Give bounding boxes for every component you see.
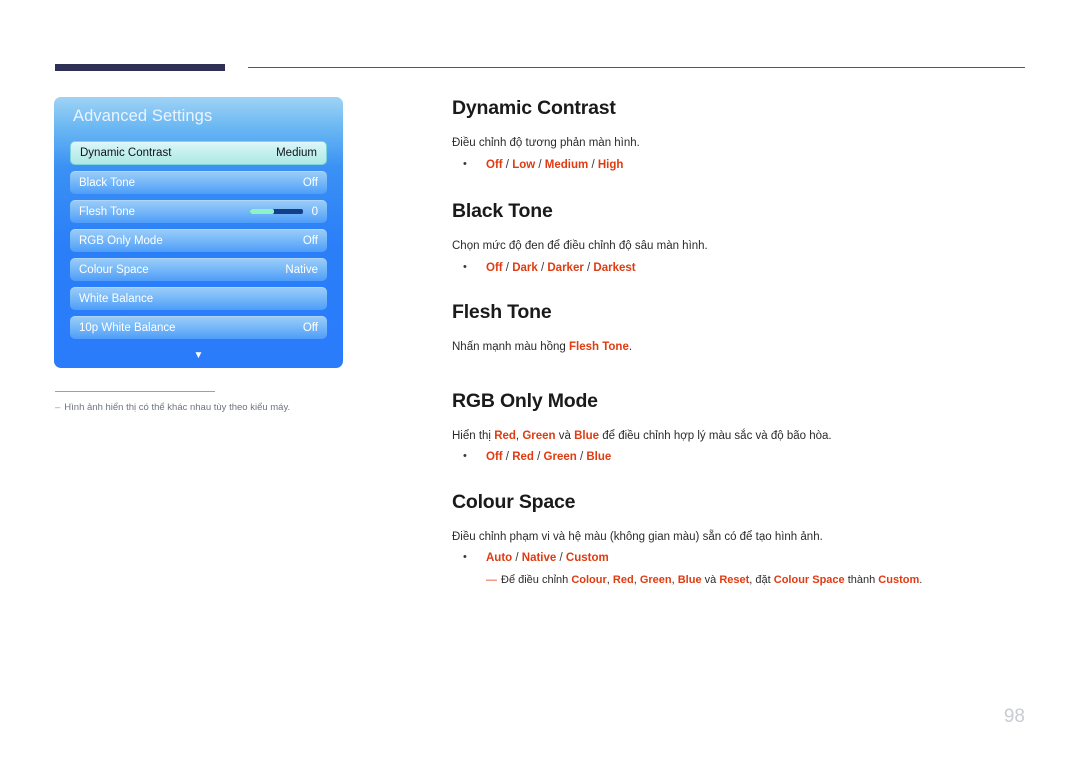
desc-keyword: Flesh Tone bbox=[569, 341, 629, 354]
flesh-tone-slider[interactable]: 0 bbox=[249, 205, 318, 218]
osd-row-label: 10p White Balance bbox=[79, 321, 176, 334]
desc-keyword: Blue bbox=[574, 429, 600, 442]
section-heading: Flesh Tone bbox=[452, 301, 552, 324]
section-options: Auto / Native / Custom bbox=[452, 550, 1032, 567]
section-flesh-tone: Flesh Tone Nhấn mạnh màu hồng Flesh Tone… bbox=[452, 301, 1032, 356]
osd-row-label: Dynamic Contrast bbox=[80, 147, 172, 159]
osd-row-colour-space[interactable]: Colour Space Native bbox=[70, 258, 327, 281]
footnote-rule bbox=[55, 391, 215, 392]
option-value: Blue bbox=[586, 451, 612, 464]
section-description: Hiển thị Red, Green và Blue để điều chỉn… bbox=[452, 429, 1032, 445]
subnote-keyword: Colour bbox=[571, 573, 607, 586]
option-value: Medium bbox=[544, 158, 589, 171]
osd-row-label: White Balance bbox=[79, 292, 154, 305]
osd-row-white-balance[interactable]: White Balance bbox=[70, 287, 327, 310]
osd-row-value: Off bbox=[302, 321, 318, 334]
osd-title: Advanced Settings bbox=[73, 107, 213, 125]
subnote-text: Để điều chỉnh bbox=[501, 573, 572, 586]
desc-text: và bbox=[555, 429, 575, 442]
desc-text: . bbox=[628, 341, 633, 354]
section-options: Off / Low / Medium / High bbox=[452, 157, 1032, 174]
subnote-keyword: Green bbox=[639, 573, 672, 586]
option-value: Darkest bbox=[593, 261, 636, 274]
subnote-keyword: Red bbox=[612, 573, 634, 586]
option-value: Off bbox=[486, 451, 503, 464]
slider-fill bbox=[249, 209, 274, 214]
osd-row-10p-white-balance[interactable]: 10p White Balance Off bbox=[70, 316, 327, 339]
osd-row-black-tone[interactable]: Black Tone Off bbox=[70, 171, 327, 194]
osd-row-label: RGB Only Mode bbox=[79, 234, 163, 247]
section-description: Điều chỉnh độ tương phản màn hình. bbox=[452, 137, 640, 149]
subnote-keyword: Colour Space bbox=[773, 573, 845, 586]
desc-keyword: Red bbox=[494, 429, 516, 442]
section-colour-space: Colour Space Điều chỉnh phạm vi và hệ mà… bbox=[452, 491, 1032, 588]
desc-text: Nhấn mạnh màu hồng bbox=[452, 341, 569, 354]
section-description: Chọn mức độ đen để điều chỉnh độ sâu màn… bbox=[452, 240, 708, 253]
osd-row-label: Black Tone bbox=[79, 176, 136, 189]
desc-text: Hiển thị bbox=[452, 429, 495, 442]
option-value: Off bbox=[486, 158, 503, 171]
osd-row-flesh-tone[interactable]: Flesh Tone 0 bbox=[70, 200, 327, 223]
osd-row-value: 0 bbox=[311, 205, 318, 218]
section-description: Nhấn mạnh màu hồng Flesh Tone. bbox=[452, 340, 1032, 356]
osd-row-list: Dynamic Contrast Medium Black Tone Off F… bbox=[70, 141, 327, 345]
manual-page: Advanced Settings Dynamic Contrast Mediu… bbox=[0, 0, 1080, 763]
option-value: Auto bbox=[486, 552, 513, 565]
osd-row-value: Off bbox=[302, 234, 318, 247]
osd-row-label: Colour Space bbox=[79, 263, 149, 276]
section-subnote: — Để điều chỉnh Colour, Red, Green, Blue … bbox=[452, 573, 1032, 588]
subnote-text: . bbox=[919, 573, 923, 586]
option-value: Native bbox=[521, 552, 557, 565]
section-heading: RGB Only Mode bbox=[452, 389, 598, 412]
section-rgb-only-mode: RGB Only Mode Hiển thị Red, Green và Blu… bbox=[452, 390, 1032, 466]
option-value: Low bbox=[512, 158, 536, 171]
subnote-keyword: Reset bbox=[719, 573, 750, 586]
footnote-dash: – bbox=[55, 402, 61, 413]
osd-row-rgb-only-mode[interactable]: RGB Only Mode Off bbox=[70, 229, 327, 252]
option-value: Green bbox=[543, 451, 577, 464]
osd-panel: Advanced Settings Dynamic Contrast Mediu… bbox=[54, 97, 343, 368]
section-description: Điều chỉnh phạm vi và hệ màu (không gian… bbox=[452, 530, 823, 543]
content-column: Dynamic Contrast Điều chỉnh độ tương phả… bbox=[452, 97, 1032, 587]
osd-row-dynamic-contrast[interactable]: Dynamic Contrast Medium bbox=[70, 141, 327, 165]
option-value: Darker bbox=[547, 261, 584, 274]
section-black-tone: Black Tone Chọn mức độ đen để điều chỉnh… bbox=[452, 200, 1032, 276]
header-rule bbox=[248, 67, 1025, 68]
osd-row-value: Off bbox=[302, 176, 318, 189]
osd-footnote: – Hình ảnh hiển thị có thể khác nhau tùy … bbox=[55, 402, 385, 413]
footnote-text: Hình ảnh hiển thị có thể khác nhau tùy t… bbox=[64, 402, 291, 413]
subnote-text: và bbox=[701, 573, 720, 586]
subnote-text: , đặt bbox=[749, 573, 774, 586]
option-value: Custom bbox=[565, 552, 609, 565]
option-value: Off bbox=[486, 261, 503, 274]
subnote-keyword: Custom bbox=[878, 573, 920, 586]
subnote-text: thành bbox=[844, 573, 879, 586]
subnote-dash: — bbox=[486, 573, 497, 586]
osd-row-label: Flesh Tone bbox=[79, 205, 136, 218]
section-options: Off / Red / Green / Blue bbox=[452, 449, 1032, 466]
option-value: Dark bbox=[512, 261, 538, 274]
section-heading: Colour Space bbox=[452, 490, 576, 513]
desc-keyword: Green bbox=[522, 429, 556, 442]
slider-track bbox=[249, 209, 303, 214]
osd-row-value: Medium bbox=[276, 147, 317, 159]
section-heading: Black Tone bbox=[452, 200, 553, 223]
desc-text: để điều chỉnh hợp lý màu sắc và độ bão h… bbox=[599, 429, 832, 442]
osd-row-value: Native bbox=[285, 263, 318, 276]
page-number: 98 bbox=[1003, 706, 1025, 727]
subnote-keyword: Blue bbox=[677, 573, 702, 586]
chevron-down-icon[interactable]: ▼ bbox=[54, 351, 343, 361]
option-value: Red bbox=[512, 451, 534, 464]
header-accent-bar bbox=[55, 64, 225, 71]
section-dynamic-contrast: Dynamic Contrast Điều chỉnh độ tương phả… bbox=[452, 97, 1032, 173]
option-value: High bbox=[597, 158, 624, 171]
section-heading: Dynamic Contrast bbox=[452, 97, 616, 119]
section-options: Off / Dark / Darker / Darkest bbox=[452, 260, 1032, 277]
